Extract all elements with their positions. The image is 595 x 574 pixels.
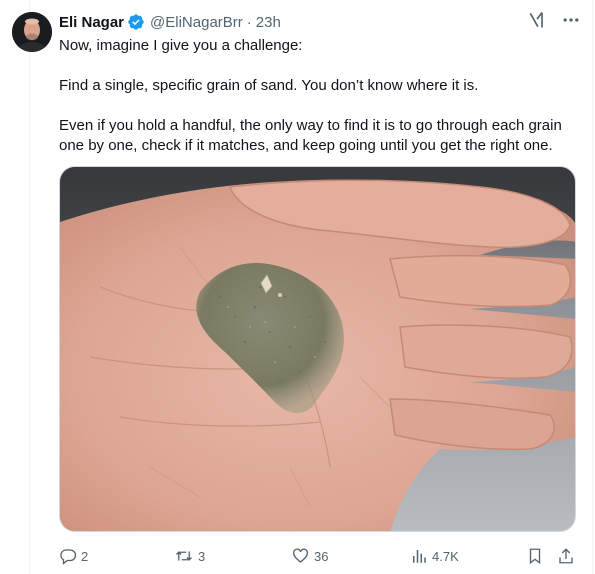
like-count: 36: [314, 548, 329, 564]
tweet-line: Now, imagine I give you a challenge:: [59, 37, 303, 54]
views-count: 4.7K: [432, 548, 459, 564]
avatar-image: [12, 12, 52, 52]
author-name[interactable]: Eli Nagar: [59, 14, 124, 31]
tweet-photo[interactable]: [59, 166, 576, 532]
thread-divider-right: [592, 0, 593, 574]
reply-icon: [60, 549, 77, 565]
tweet-actions: 2 3 36 4.7K: [59, 544, 576, 568]
header-separator: ·: [246, 13, 252, 31]
reply-button[interactable]: 2: [59, 544, 88, 568]
grok-icon[interactable]: [527, 10, 547, 30]
tweet-line: Even if you hold a handful, the only way…: [59, 117, 562, 154]
author-handle[interactable]: @EliNagarBrr: [150, 14, 243, 31]
tweet-text: Now, imagine I give you a challenge: Fin…: [59, 36, 584, 156]
more-icon[interactable]: [561, 10, 581, 30]
like-icon: [293, 548, 308, 563]
repost-icon: [176, 551, 192, 561]
bookmark-button[interactable]: [526, 544, 544, 568]
like-button[interactable]: 36: [291, 544, 328, 568]
bookmark-icon: [529, 548, 541, 565]
repost-count: 3: [198, 548, 206, 564]
share-icon: [559, 548, 573, 564]
hand-with-sand-image: [60, 167, 575, 531]
thread-divider-left: [29, 0, 30, 574]
views-button[interactable]: 4.7K: [410, 544, 459, 568]
repost-button[interactable]: 3: [174, 544, 205, 568]
tweet-header: Eli Nagar @EliNagarBrr · 23h: [59, 12, 281, 32]
post-timestamp[interactable]: 23h: [256, 14, 281, 31]
views-icon: [413, 550, 426, 563]
share-button[interactable]: [557, 544, 575, 568]
reply-count: 2: [81, 548, 89, 564]
verified-badge-icon[interactable]: [127, 13, 145, 31]
top-right-actions: [527, 10, 581, 30]
avatar[interactable]: [12, 12, 52, 52]
tweet-line: Find a single, specific grain of sand. Y…: [59, 77, 479, 94]
